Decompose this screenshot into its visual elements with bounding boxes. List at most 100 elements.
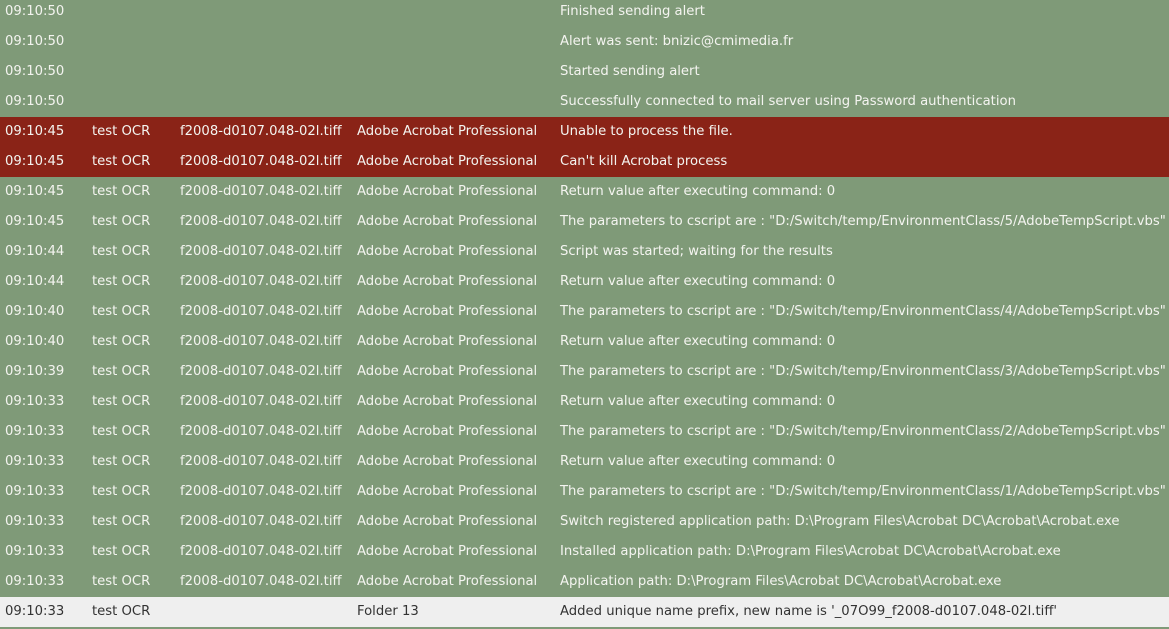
log-cell-job: f2008-d0107.048-02l.tiff: [180, 124, 342, 139]
log-cell-time: 09:10:50: [5, 4, 65, 19]
log-cell-message: Application path: D:\Program Files\Acrob…: [560, 574, 1002, 589]
log-cell-time: 09:10:33: [5, 484, 65, 499]
message-log: 09:10:50 Finished sending alert 09:10:50 Al…: [0, 0, 1169, 627]
log-cell-time: 09:10:45: [5, 124, 65, 139]
log-row-error[interactable]: 09:10:45 test OCR f2008-d0107.048-02l.tiff…: [0, 117, 1169, 147]
log-cell-time: 09:10:33: [5, 424, 65, 439]
log-cell-message: Return value after executing command: 0: [560, 454, 836, 469]
log-cell-time: 09:10:39: [5, 364, 65, 379]
log-cell-time: 09:10:45: [5, 214, 65, 229]
log-row[interactable]: 09:10:33 test OCR f2008-d0107.048-02l.tiff…: [0, 567, 1169, 597]
log-cell-message: Installed application path: D:\Program F…: [560, 544, 1061, 559]
log-cell-time: 09:10:45: [5, 154, 65, 169]
log-cell-element: Adobe Acrobat Professional: [357, 424, 538, 439]
log-cell-time: 09:10:33: [5, 514, 65, 529]
log-cell-message: Finished sending alert: [560, 4, 705, 19]
log-cell-time: 09:10:44: [5, 244, 65, 259]
log-cell-element: Adobe Acrobat Professional: [357, 244, 538, 259]
log-cell-job: f2008-d0107.048-02l.tiff: [180, 544, 342, 559]
log-cell-time: 09:10:33: [5, 454, 65, 469]
log-cell-flow: test OCR: [92, 394, 151, 409]
log-cell-element: Adobe Acrobat Professional: [357, 544, 538, 559]
log-row[interactable]: 09:10:33 test OCR f2008-d0107.048-02l.tiff…: [0, 447, 1169, 477]
log-row[interactable]: 09:10:50 Successfully connected to mail s…: [0, 87, 1169, 117]
log-row[interactable]: 09:10:33 test OCR f2008-d0107.048-02l.tiff…: [0, 477, 1169, 507]
log-cell-message: Return value after executing command: 0: [560, 184, 836, 199]
log-cell-message: The parameters to cscript are : "D:/Swit…: [560, 424, 1166, 439]
log-row[interactable]: 09:10:33 test OCR Folder 13 Added unique na…: [0, 597, 1169, 627]
log-cell-time: 09:10:45: [5, 184, 65, 199]
log-row[interactable]: 09:10:50 Alert was sent: bnizic@cmimedia.…: [0, 27, 1169, 57]
log-cell-job: f2008-d0107.048-02l.tiff: [180, 184, 342, 199]
log-cell-flow: test OCR: [92, 514, 151, 529]
log-row[interactable]: 09:10:50 Started sending alert: [0, 57, 1169, 87]
log-cell-message: Return value after executing command: 0: [560, 274, 836, 289]
log-cell-flow: test OCR: [92, 574, 151, 589]
log-cell-flow: test OCR: [92, 244, 151, 259]
log-cell-element: Adobe Acrobat Professional: [357, 514, 538, 529]
log-row[interactable]: 09:10:40 test OCR f2008-d0107.048-02l.tiff…: [0, 297, 1169, 327]
log-cell-flow: test OCR: [92, 484, 151, 499]
log-row[interactable]: 09:10:33 test OCR f2008-d0107.048-02l.tiff…: [0, 387, 1169, 417]
log-cell-element: Adobe Acrobat Professional: [357, 124, 538, 139]
log-cell-message: Started sending alert: [560, 64, 700, 79]
log-cell-message: The parameters to cscript are : "D:/Swit…: [560, 304, 1166, 319]
log-cell-element: Adobe Acrobat Professional: [357, 184, 538, 199]
log-cell-time: 09:10:33: [5, 574, 65, 589]
log-cell-flow: test OCR: [92, 184, 151, 199]
log-cell-flow: test OCR: [92, 214, 151, 229]
log-cell-time: 09:10:40: [5, 304, 65, 319]
log-cell-flow: test OCR: [92, 454, 151, 469]
log-cell-job: f2008-d0107.048-02l.tiff: [180, 364, 342, 379]
log-row[interactable]: 09:10:44 test OCR f2008-d0107.048-02l.tiff…: [0, 237, 1169, 267]
log-row[interactable]: 09:10:33 test OCR f2008-d0107.048-02l.tiff…: [0, 537, 1169, 567]
log-cell-message: Return value after executing command: 0: [560, 394, 836, 409]
log-cell-time: 09:10:33: [5, 394, 65, 409]
log-cell-element: Adobe Acrobat Professional: [357, 274, 538, 289]
log-cell-job: f2008-d0107.048-02l.tiff: [180, 274, 342, 289]
log-row[interactable]: 09:10:44 test OCR f2008-d0107.048-02l.tiff…: [0, 267, 1169, 297]
log-cell-message: The parameters to cscript are : "D:/Swit…: [560, 484, 1166, 499]
log-cell-job: f2008-d0107.048-02l.tiff: [180, 424, 342, 439]
log-cell-job: f2008-d0107.048-02l.tiff: [180, 334, 342, 349]
log-cell-flow: test OCR: [92, 604, 151, 619]
log-cell-element: Adobe Acrobat Professional: [357, 214, 538, 229]
log-row[interactable]: 09:10:50 Finished sending alert: [0, 0, 1169, 27]
log-cell-element: Adobe Acrobat Professional: [357, 334, 538, 349]
log-cell-time: 09:10:44: [5, 274, 65, 289]
log-cell-message: Alert was sent: bnizic@cmimedia.fr: [560, 34, 794, 49]
log-cell-time: 09:10:50: [5, 34, 65, 49]
log-cell-element: Adobe Acrobat Professional: [357, 394, 538, 409]
log-cell-message: The parameters to cscript are : "D:/Swit…: [560, 214, 1166, 229]
log-cell-job: f2008-d0107.048-02l.tiff: [180, 574, 342, 589]
log-cell-flow: test OCR: [92, 124, 151, 139]
log-cell-flow: test OCR: [92, 334, 151, 349]
log-cell-element: Adobe Acrobat Professional: [357, 484, 538, 499]
log-row-error[interactable]: 09:10:45 test OCR f2008-d0107.048-02l.tiff…: [0, 147, 1169, 177]
log-cell-message: Return value after executing command: 0: [560, 334, 836, 349]
log-cell-job: f2008-d0107.048-02l.tiff: [180, 484, 342, 499]
log-cell-flow: test OCR: [92, 424, 151, 439]
log-cell-message: Script was started; waiting for the resu…: [560, 244, 833, 259]
log-cell-job: f2008-d0107.048-02l.tiff: [180, 154, 342, 169]
log-cell-message: Unable to process the file.: [560, 124, 733, 139]
log-cell-job: f2008-d0107.048-02l.tiff: [180, 244, 342, 259]
log-cell-time: 09:10:50: [5, 64, 65, 79]
log-cell-element: Adobe Acrobat Professional: [357, 304, 538, 319]
log-row[interactable]: 09:10:39 test OCR f2008-d0107.048-02l.tiff…: [0, 357, 1169, 387]
log-cell-job: f2008-d0107.048-02l.tiff: [180, 394, 342, 409]
log-row[interactable]: 09:10:45 test OCR f2008-d0107.048-02l.tiff…: [0, 207, 1169, 237]
log-row[interactable]: 09:10:40 test OCR f2008-d0107.048-02l.tiff…: [0, 327, 1169, 357]
log-cell-flow: test OCR: [92, 364, 151, 379]
log-cell-job: f2008-d0107.048-02l.tiff: [180, 214, 342, 229]
log-cell-message: The parameters to cscript are : "D:/Swit…: [560, 364, 1166, 379]
log-row[interactable]: 09:10:33 test OCR f2008-d0107.048-02l.tiff…: [0, 417, 1169, 447]
log-cell-message: Switch registered application path: D:\P…: [560, 514, 1120, 529]
log-cell-flow: test OCR: [92, 544, 151, 559]
log-row[interactable]: 09:10:33 test OCR f2008-d0107.048-02l.tiff…: [0, 507, 1169, 537]
log-cell-message: Added unique name prefix, new name is '_…: [560, 604, 1058, 619]
log-row[interactable]: 09:10:45 test OCR f2008-d0107.048-02l.tiff…: [0, 177, 1169, 207]
log-cell-message: Can't kill Acrobat process: [560, 154, 728, 169]
log-cell-element: Adobe Acrobat Professional: [357, 154, 538, 169]
log-cell-job: f2008-d0107.048-02l.tiff: [180, 304, 342, 319]
